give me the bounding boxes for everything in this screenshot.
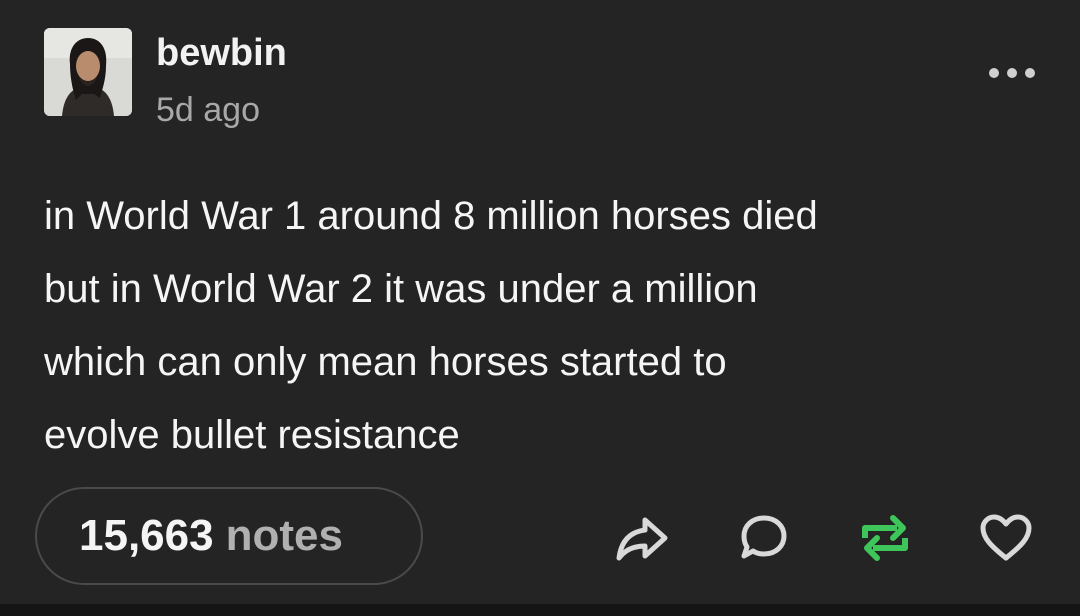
- post-card: bewbin 5d ago in World War 1 around 8 mi…: [0, 0, 1080, 616]
- more-options-button[interactable]: [986, 58, 1038, 88]
- share-icon: [616, 517, 668, 561]
- reblog-icon: [862, 515, 908, 561]
- post-body: in World War 1 around 8 million horses d…: [44, 194, 818, 457]
- username[interactable]: bewbin: [156, 30, 287, 76]
- share-button[interactable]: [614, 510, 670, 566]
- avatar-image: [44, 28, 132, 116]
- notes-count: 15,663: [79, 511, 214, 560]
- post-meta: bewbin 5d ago: [156, 30, 287, 132]
- reply-button[interactable]: [736, 510, 792, 566]
- like-button[interactable]: [978, 510, 1034, 566]
- post-header: bewbin 5d ago: [44, 28, 287, 132]
- notes-label: notes: [225, 511, 343, 560]
- reply-icon: [741, 515, 787, 559]
- notes-button[interactable]: 15,663 notes: [35, 487, 423, 585]
- more-horizontal-icon: [989, 68, 1035, 78]
- reblog-button[interactable]: [857, 510, 913, 566]
- heart-icon: [980, 514, 1032, 561]
- avatar[interactable]: [44, 28, 132, 116]
- timestamp: 5d ago: [156, 91, 260, 129]
- bottom-divider: [0, 604, 1080, 616]
